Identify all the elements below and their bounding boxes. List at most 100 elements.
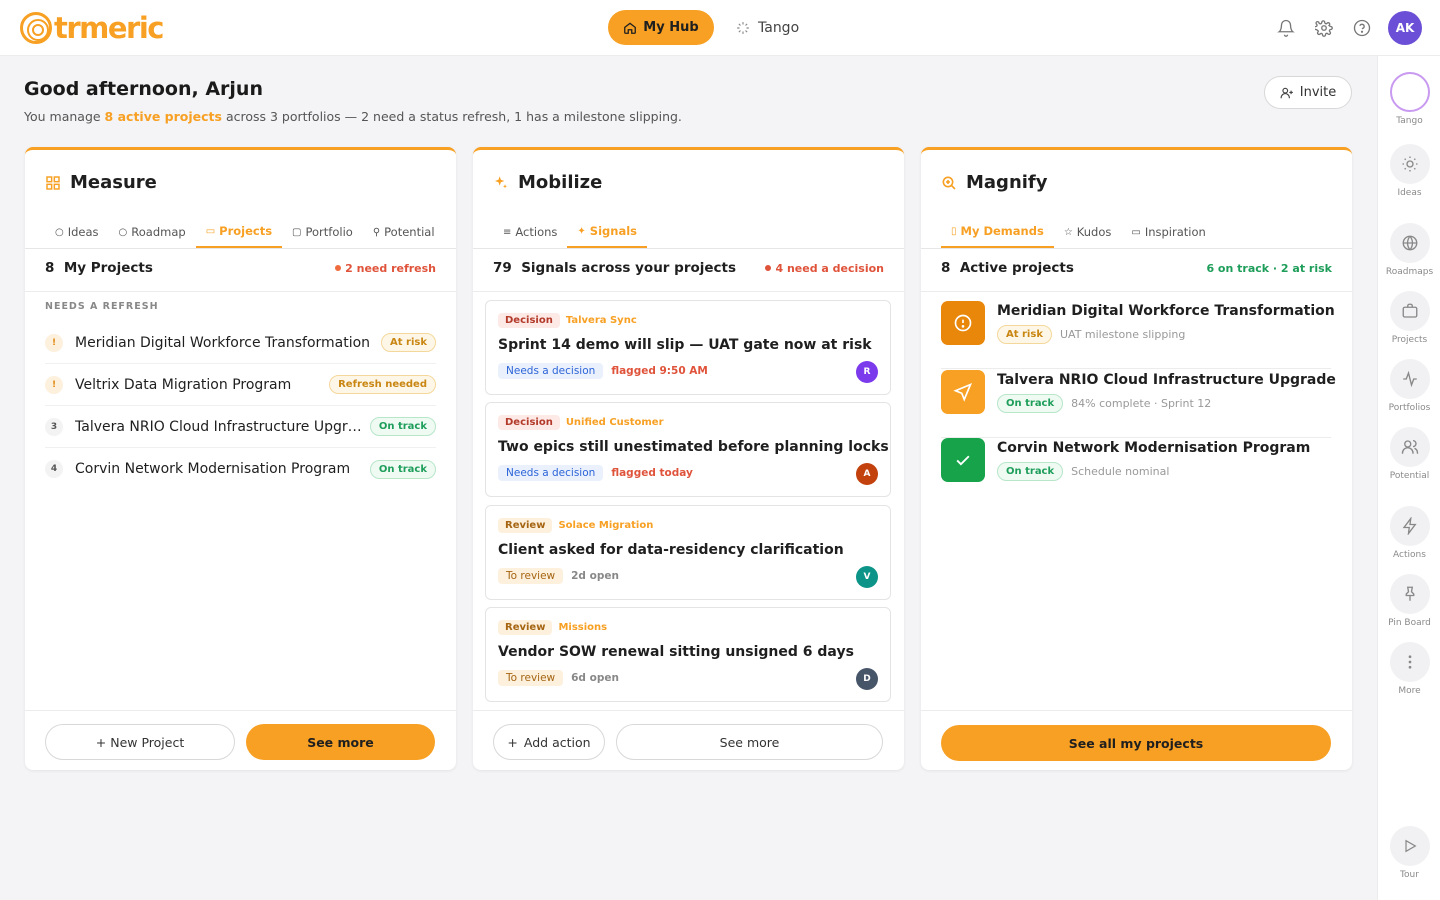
mobilize-title-text: Mobilize: [518, 172, 603, 193]
tab-inspiration[interactable]: ▭ Inspiration: [1121, 216, 1215, 248]
measure-title-text: Measure: [70, 172, 157, 193]
see-all-projects-button[interactable]: See all my projects: [941, 725, 1331, 761]
help-icon[interactable]: [1350, 16, 1374, 40]
send-icon: [941, 370, 985, 414]
tab-ideas[interactable]: ○ Ideas: [45, 216, 109, 248]
tab-kudos[interactable]: ☆ Kudos: [1054, 216, 1122, 248]
signal-tags: Decision Talvera Sync: [498, 313, 637, 328]
status-badge: At risk: [381, 333, 436, 352]
needs-refresh-label: NEEDS A REFRESH: [45, 301, 159, 312]
star-icon: ☆: [1063, 226, 1073, 238]
signal-type-badge: Review: [498, 620, 553, 635]
status-dot: [335, 265, 342, 271]
measure-title: Measure: [45, 172, 157, 193]
signal-source: Talvera Sync: [565, 315, 637, 326]
rail-item-actions[interactable]: Actions: [1378, 506, 1440, 560]
tab-projects[interactable]: ▭ Projects: [195, 216, 283, 248]
active-project-item[interactable]: Meridian Digital Workforce Transformatio…: [941, 301, 1335, 369]
magnify-title-text: Magnify: [966, 172, 1048, 193]
signal-card[interactable]: Decision Unified Customer Two epics stil…: [485, 402, 891, 497]
greeting-title: Good afternoon, Arjun: [24, 78, 263, 100]
tab-label: Signals: [589, 224, 637, 238]
tab-divider: [473, 248, 904, 249]
rectangle-icon: ▭: [205, 225, 216, 237]
see-more-button[interactable]: See more: [616, 724, 883, 760]
rail-item-more[interactable]: More: [1378, 642, 1440, 696]
rail-label: Potential: [1389, 471, 1430, 481]
sparkle-icon: ✦: [577, 225, 586, 237]
tab-label: Actions: [515, 225, 558, 239]
rail-item-portfolios[interactable]: Portfolios: [1378, 359, 1440, 413]
tab-portfolio[interactable]: ▢ Portfolio: [282, 216, 363, 248]
header-divider: [25, 291, 456, 292]
rail-item-potential[interactable]: Potential: [1378, 427, 1440, 481]
tab-signals[interactable]: ✦ Signals: [567, 216, 647, 248]
status-badge: On track: [369, 459, 436, 479]
rail-label: Actions: [1393, 550, 1426, 560]
see-more-button[interactable]: See more: [246, 724, 435, 760]
signal-card[interactable]: Review Missions Vendor SOW renewal sitti…: [485, 607, 891, 702]
list-item[interactable]: 3 Talvera NRIO Cloud Infrastructure Upgr…: [45, 406, 436, 448]
add-action-label: Add action: [523, 734, 591, 750]
signal-time: flagged 9:50 AM: [611, 365, 708, 377]
row-badge: 4: [45, 460, 63, 478]
signal-time: 6d open: [571, 672, 619, 684]
active-projects-link[interactable]: 8 active projects: [105, 109, 222, 124]
circle-icon: ○: [118, 226, 128, 238]
active-project-item[interactable]: Talvera NRIO Cloud Infrastructure Upgrad…: [941, 370, 1336, 438]
signal-card[interactable]: Review Solace Migration Client asked for…: [485, 505, 891, 600]
tab-divider: [25, 248, 456, 249]
rail-item-projects[interactable]: Projects: [1378, 291, 1440, 345]
list-item[interactable]: 4 Corvin Network Modernisation Program O…: [45, 448, 436, 490]
project-meta: At risk UAT milestone slipping: [997, 325, 1185, 344]
rail-item-tango[interactable]: Tango: [1378, 72, 1440, 126]
status-badge: At risk: [997, 325, 1052, 344]
greeting-sub-prefix: You manage: [24, 109, 105, 124]
more-vertical-icon: [1389, 642, 1430, 682]
list-icon: ≡: [503, 226, 512, 238]
rail-label: Roadmaps: [1385, 267, 1434, 277]
bell-icon[interactable]: [1274, 16, 1298, 40]
rail-item-pin-board[interactable]: Pin Board: [1378, 574, 1440, 628]
magnify-tabs: ▯ My Demands ☆ Kudos ▭ Inspiration: [941, 216, 1216, 248]
tag-icon: ▭: [1131, 226, 1141, 238]
status-badge: On track: [997, 462, 1064, 481]
add-action-button[interactable]: + Add action: [493, 724, 605, 760]
tab-label: Roadmap: [131, 225, 186, 239]
status-badge: On track: [997, 394, 1064, 413]
decision-note: 4 need a decision: [765, 262, 884, 275]
gear-icon[interactable]: [1312, 16, 1336, 40]
rail-item-roadmaps[interactable]: Roadmaps: [1378, 223, 1440, 277]
tango-link[interactable]: Tango: [736, 10, 799, 45]
rail-item-ideas[interactable]: Ideas: [1378, 144, 1440, 198]
rail-item-tour[interactable]: Tour: [1378, 826, 1440, 880]
signal-meta: To review 2d open: [498, 568, 619, 584]
signal-meta: Needs a decision flagged today: [498, 465, 693, 481]
signal-type-badge: Decision: [498, 313, 560, 328]
brand-logo[interactable]: trmeric: [20, 12, 164, 44]
active-heading-text: Active projects: [959, 260, 1074, 276]
list-item[interactable]: ! Veltrix Data Migration Program Refresh…: [45, 364, 436, 406]
mobilize-tabs: ≡ Actions ✦ Signals: [493, 216, 647, 248]
new-project-button[interactable]: + New Project: [45, 724, 235, 760]
invite-button[interactable]: Invite: [1264, 76, 1352, 109]
mobilize-card: Mobilize ≡ Actions ✦ Signals 79 Signals ac…: [473, 147, 904, 770]
signal-state-badge: Needs a decision: [498, 363, 604, 379]
tab-actions[interactable]: ≡ Actions: [493, 216, 567, 248]
my-projects-header: 8 My Projects 2 need refresh: [45, 260, 436, 276]
tab-roadmap[interactable]: ○ Roadmap: [109, 216, 196, 248]
tab-label: Portfolio: [305, 225, 353, 239]
tab-my-demands[interactable]: ▯ My Demands: [941, 216, 1054, 248]
tab-label: Projects: [219, 224, 273, 238]
signals-heading: 79 Signals across your projects: [493, 260, 736, 276]
tab-label: Kudos: [1076, 225, 1112, 239]
signal-tags: Review Solace Migration: [498, 518, 653, 533]
my-hub-button[interactable]: My Hub: [608, 10, 714, 45]
tab-potential[interactable]: ⚲ Potential: [363, 216, 445, 248]
signal-meta: To review 6d open: [498, 670, 619, 686]
tab-label: Ideas: [67, 225, 99, 239]
user-avatar[interactable]: AK: [1388, 11, 1422, 45]
signal-card[interactable]: Decision Talvera Sync Sprint 14 demo wil…: [485, 300, 891, 395]
list-item[interactable]: ! Meridian Digital Workforce Transformat…: [45, 322, 436, 364]
active-project-item[interactable]: Corvin Network Modernisation Program On …: [941, 438, 1331, 506]
